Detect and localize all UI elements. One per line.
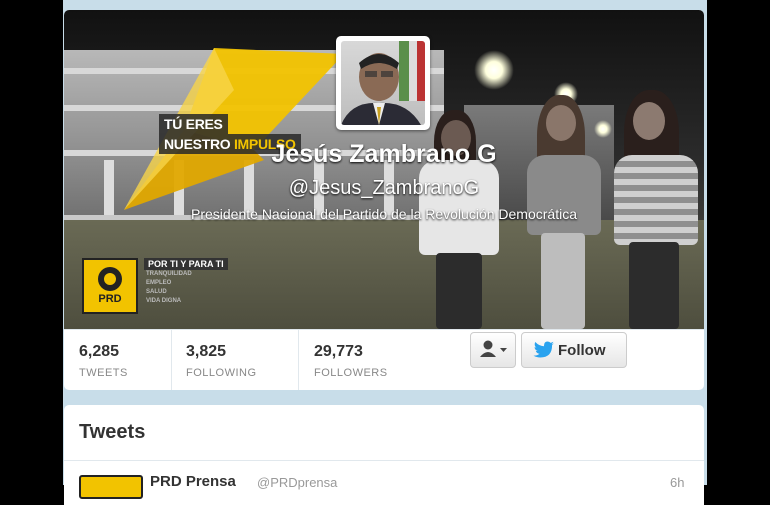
divider [64, 460, 704, 461]
tweet-author-handle[interactable]: @PRDprensa [257, 475, 337, 490]
follow-button[interactable]: Follow [521, 332, 627, 368]
tweet-timestamp[interactable]: 6h [670, 475, 684, 490]
profile-handle: @Jesus_ZambranoG [288, 177, 480, 199]
follow-button-label: Follow [558, 342, 606, 359]
stat-tweets-label: TWEETS [79, 367, 128, 379]
tweet-author-name[interactable]: PRD Prensa [150, 473, 236, 490]
slogan-item: EMPLEO [146, 280, 172, 286]
prd-logo: PRD [82, 258, 138, 314]
slogan-item: VIDA DIGNA [146, 298, 182, 304]
stat-followers-count: 29,773 [314, 343, 363, 360]
stat-followers[interactable]: 29,773 FOLLOWERS [314, 330, 424, 390]
stat-following-count: 3,825 [186, 343, 227, 360]
slogan-item: TRANQUILIDAD [146, 271, 192, 277]
stat-divider [298, 330, 299, 390]
avatar-image [341, 41, 425, 125]
person-portrait-icon [341, 41, 425, 125]
slogan-item: SALUD [146, 289, 167, 295]
stat-followers-label: FOLLOWERS [314, 367, 388, 379]
user-dropdown-icon [480, 340, 507, 357]
prd-logo-text: PRD [98, 293, 122, 305]
stat-tweets-count: 6,285 [79, 343, 120, 360]
tweet-author-avatar[interactable] [79, 475, 143, 499]
stat-divider [171, 330, 172, 390]
tagline-text: TÚ ERES [164, 116, 223, 132]
sun-icon [98, 267, 122, 291]
twitter-bird-icon [533, 341, 554, 358]
stat-following[interactable]: 3,825 FOLLOWING [186, 330, 296, 390]
banner-slogan-list: TRANQUILIDAD EMPLEO SALUD VIDA DIGNA [146, 270, 192, 306]
profile-avatar[interactable] [336, 36, 430, 130]
banner-slogan: POR TI Y PARA TI [144, 258, 228, 270]
profile-header-banner: TÚ ERES NUESTRO IMPULSO PRD POR TI Y PAR… [64, 10, 704, 329]
profile-name: Jesús Zambrano G [271, 140, 497, 168]
stat-tweets[interactable]: 6,285 TWEETS [79, 330, 169, 390]
banner-tagline-line1: TÚ ERES [159, 114, 228, 134]
tweets-panel: Tweets PRD Prensa @PRDprensa 6h [64, 405, 704, 505]
tweets-heading: Tweets [79, 421, 146, 443]
stat-following-label: FOLLOWING [186, 367, 257, 379]
user-actions-button[interactable] [470, 332, 516, 368]
profile-bio: Presidente Nacional del Partido de la Re… [191, 206, 577, 222]
